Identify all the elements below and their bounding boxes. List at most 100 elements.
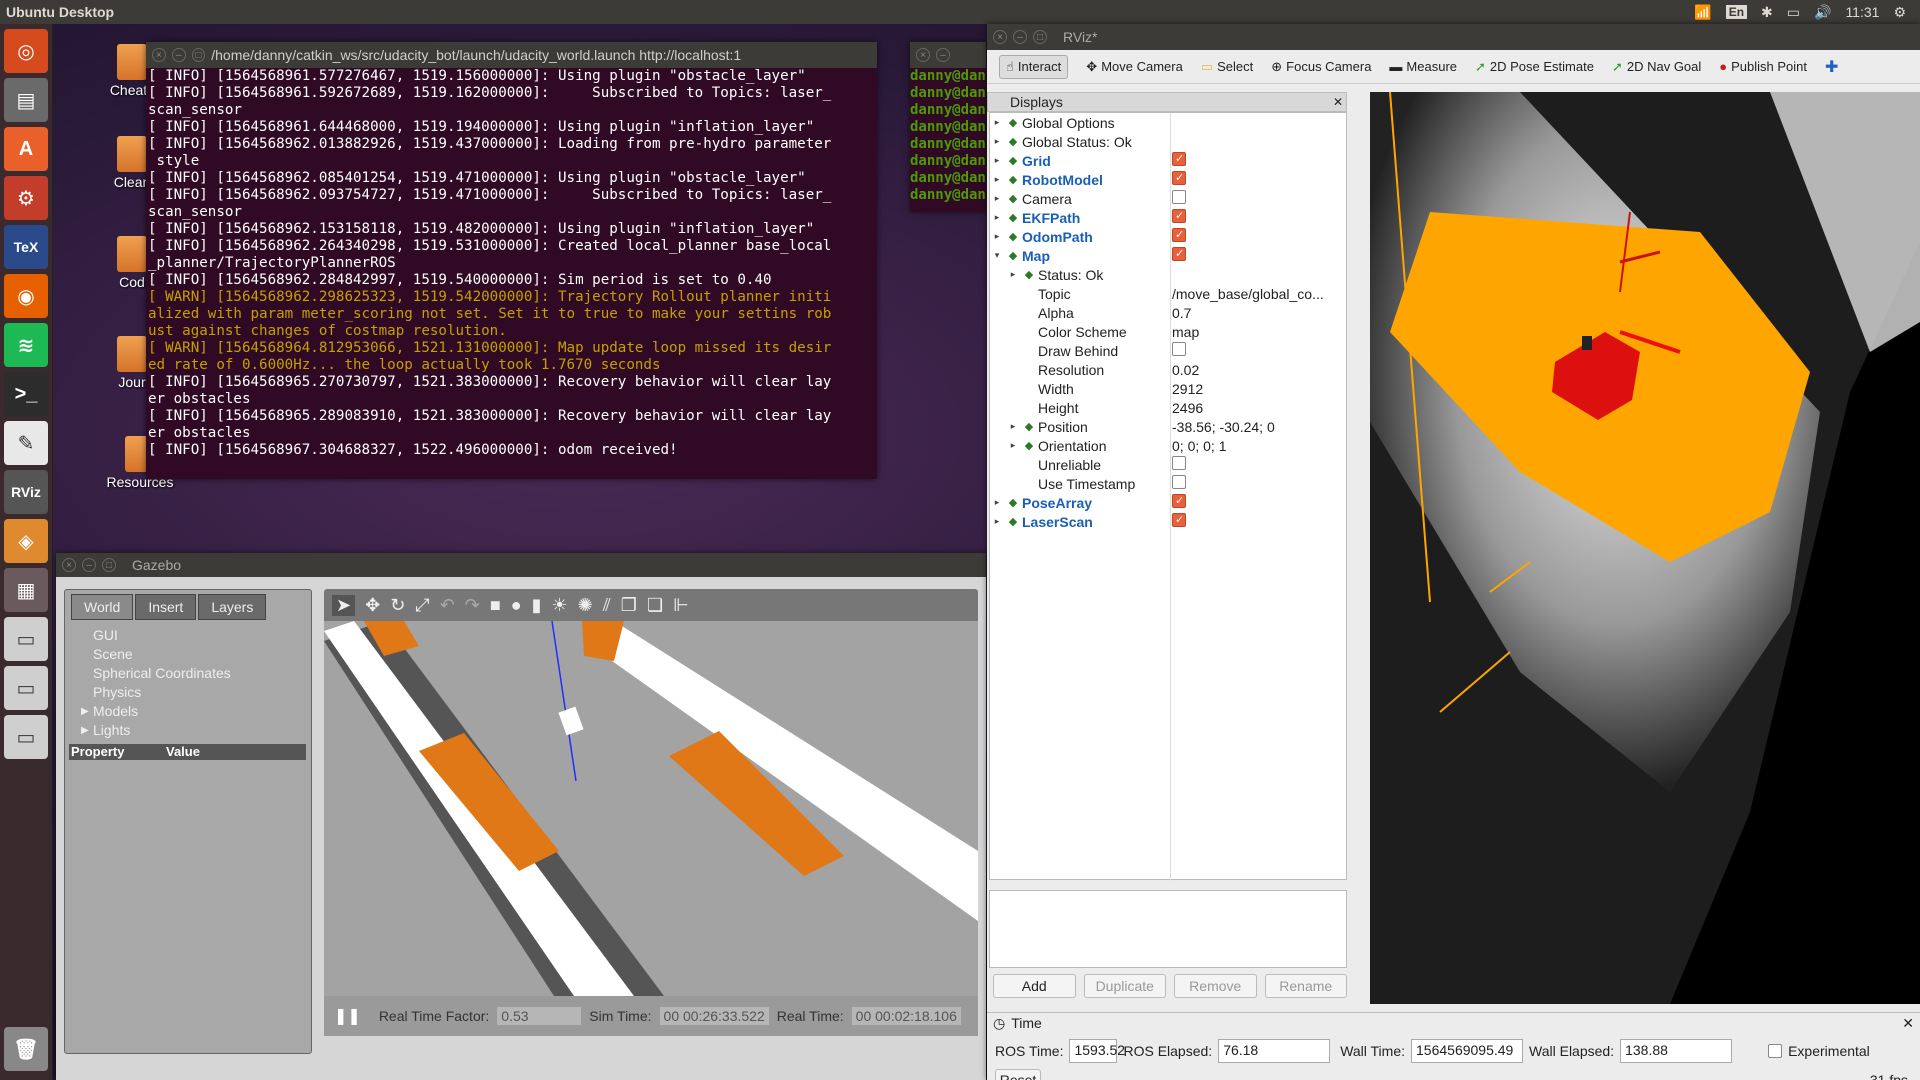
- box-shape-icon[interactable]: ■: [490, 595, 501, 616]
- display-checkbox[interactable]: [1172, 494, 1186, 508]
- minimize-icon[interactable]: –: [171, 48, 186, 62]
- display-row[interactable]: ▸ ◆ LaserScan: [990, 512, 1346, 531]
- gazebo-icon[interactable]: ◈: [4, 519, 48, 563]
- expand-arrow-icon[interactable]: ▸: [990, 231, 1004, 242]
- display-checkbox[interactable]: [1172, 228, 1186, 242]
- close-icon[interactable]: ×: [993, 30, 1007, 44]
- tree-item-physics[interactable]: Physics: [93, 683, 311, 702]
- expand-arrow-icon[interactable]: ▶: [81, 721, 89, 740]
- undo-icon[interactable]: ↶: [440, 595, 455, 616]
- maximize-icon[interactable]: □: [102, 558, 116, 572]
- display-row[interactable]: Draw Behind: [990, 341, 1346, 360]
- tree-item-scene[interactable]: Scene: [93, 645, 311, 664]
- terminal-output[interactable]: [ INFO] [1564568961.577276467, 1519.1560…: [146, 68, 877, 459]
- expand-arrow-icon[interactable]: ▾: [990, 250, 1004, 261]
- clock[interactable]: 11:31: [1845, 4, 1879, 20]
- wall-elapsed-field[interactable]: 138.88: [1620, 1039, 1733, 1063]
- display-row[interactable]: ▸ ◆ Position -38.56; -30.24; 0: [990, 417, 1346, 436]
- align-icon[interactable]: ⊩: [673, 595, 689, 616]
- display-checkbox[interactable]: [1172, 247, 1186, 261]
- expand-arrow-icon[interactable]: ▸: [990, 136, 1004, 147]
- expand-arrow-icon[interactable]: ▸: [990, 193, 1004, 204]
- rename-button[interactable]: Rename: [1264, 974, 1347, 998]
- display-checkbox[interactable]: [1172, 456, 1186, 470]
- display-row[interactable]: Use Timestamp: [990, 474, 1346, 493]
- minimize-icon[interactable]: –: [1013, 30, 1027, 44]
- display-row[interactable]: ▾ ◆ Map: [990, 246, 1346, 265]
- tool-publish-point[interactable]: ● Publish Point: [1719, 59, 1807, 74]
- tool-focus-camera[interactable]: ⊕ Focus Camera: [1271, 59, 1371, 75]
- minimize-icon[interactable]: –: [82, 558, 96, 572]
- cylinder-shape-icon[interactable]: ▮: [532, 595, 542, 616]
- translate-icon[interactable]: ✥: [365, 595, 380, 616]
- experimental-checkbox[interactable]: [1768, 1044, 1783, 1058]
- display-row[interactable]: Topic/move_base/global_co...: [990, 284, 1346, 303]
- display-row[interactable]: Alpha 0.7: [990, 303, 1346, 322]
- display-row[interactable]: ▸ ◆ OdomPath: [990, 227, 1346, 246]
- trash-icon[interactable]: 🗑: [4, 1027, 48, 1071]
- display-checkbox[interactable]: [1172, 190, 1186, 204]
- paste-icon[interactable]: ❏: [647, 595, 663, 616]
- display-row[interactable]: ▸ ◆ Status: Ok: [990, 265, 1346, 284]
- tab-layers[interactable]: Layers: [198, 594, 267, 620]
- tool-2d-nav-goal[interactable]: ➚ 2D Nav Goal: [1612, 59, 1701, 75]
- drive-icon[interactable]: ▭: [4, 666, 48, 710]
- maximize-icon[interactable]: □: [191, 48, 206, 62]
- close-icon[interactable]: ×: [152, 48, 166, 62]
- tree-item-spherical-coordinates[interactable]: Spherical Coordinates: [93, 664, 311, 683]
- display-row[interactable]: Width 2912: [990, 379, 1346, 398]
- display-checkbox[interactable]: [1172, 513, 1186, 527]
- volume-icon[interactable]: 🔊: [1814, 4, 1831, 21]
- display-row[interactable]: ▸ ◆ Camera: [990, 189, 1346, 208]
- firefox-icon[interactable]: ◉: [4, 274, 48, 318]
- drive-icon[interactable]: ▭: [4, 617, 48, 661]
- copy-icon[interactable]: ❐: [621, 595, 637, 616]
- rotate-icon[interactable]: ↻: [390, 595, 405, 616]
- expand-arrow-icon[interactable]: ▸: [990, 155, 1004, 166]
- display-checkbox[interactable]: [1172, 342, 1186, 356]
- expand-arrow-icon[interactable]: ▸: [990, 174, 1004, 185]
- tree-item-gui[interactable]: GUI: [93, 626, 311, 645]
- display-row[interactable]: ▸ ◆ Grid: [990, 151, 1346, 170]
- display-checkbox[interactable]: [1172, 171, 1186, 185]
- text-editor-icon[interactable]: ✎: [4, 421, 48, 465]
- wifi-icon[interactable]: 📶: [1694, 4, 1711, 21]
- expand-arrow-icon[interactable]: ▸: [990, 497, 1004, 508]
- pause-button[interactable]: ❚❚: [334, 1006, 361, 1026]
- tree-item-models[interactable]: ▶ Models: [81, 702, 311, 721]
- directional-light-icon[interactable]: ⫽: [603, 595, 611, 616]
- terminal2-output[interactable]: danny@dan danny@dan danny@dan danny@dan …: [910, 68, 986, 204]
- display-row[interactable]: Resolution 0.02: [990, 360, 1346, 379]
- rviz-icon[interactable]: RViz: [4, 470, 48, 514]
- tool-measure[interactable]: ▬ Measure: [1389, 59, 1457, 74]
- files-icon[interactable]: ▤: [4, 78, 48, 122]
- display-row[interactable]: ▸ ◆ Orientation 0; 0; 0; 1: [990, 436, 1346, 455]
- bluetooth-icon[interactable]: ✱: [1761, 4, 1773, 21]
- display-checkbox[interactable]: [1172, 475, 1186, 489]
- expand-arrow-icon[interactable]: ▸: [1006, 440, 1020, 451]
- add-button[interactable]: Add: [993, 974, 1076, 998]
- battery-icon[interactable]: ▭: [1787, 4, 1800, 21]
- display-row[interactable]: Unreliable: [990, 455, 1346, 474]
- expand-arrow-icon[interactable]: ▸: [1006, 269, 1020, 280]
- display-row[interactable]: ▸ ◆ PoseArray: [990, 493, 1346, 512]
- tree-item-lights[interactable]: ▶ Lights: [81, 721, 311, 740]
- tab-insert[interactable]: Insert: [135, 594, 197, 620]
- spot-light-icon[interactable]: ✺: [578, 595, 593, 616]
- display-row[interactable]: ▸ ◆ RobotModel: [990, 170, 1346, 189]
- add-tool-button[interactable]: ✚: [1825, 57, 1838, 77]
- tool-select[interactable]: ▭ Select: [1201, 59, 1253, 75]
- tex-icon[interactable]: TeX: [4, 225, 48, 269]
- expand-arrow-icon[interactable]: ▶: [81, 702, 89, 721]
- close-icon[interactable]: ×: [916, 48, 930, 62]
- display-row[interactable]: ▸ ◆ Global Options: [990, 113, 1346, 132]
- gazebo-3d-viewport[interactable]: [324, 621, 978, 996]
- tool-2d-pose-estimate[interactable]: ➚ 2D Pose Estimate: [1475, 59, 1594, 75]
- ubuntu-dash-icon[interactable]: ◎: [4, 29, 48, 73]
- display-row[interactable]: Color Scheme map: [990, 322, 1346, 341]
- tool-move-camera[interactable]: ✥ Move Camera: [1086, 59, 1183, 75]
- terminal-icon[interactable]: >_: [4, 372, 48, 416]
- keyboard-layout[interactable]: En: [1725, 5, 1748, 19]
- display-checkbox[interactable]: [1172, 152, 1186, 166]
- expand-arrow-icon[interactable]: ▸: [990, 516, 1004, 527]
